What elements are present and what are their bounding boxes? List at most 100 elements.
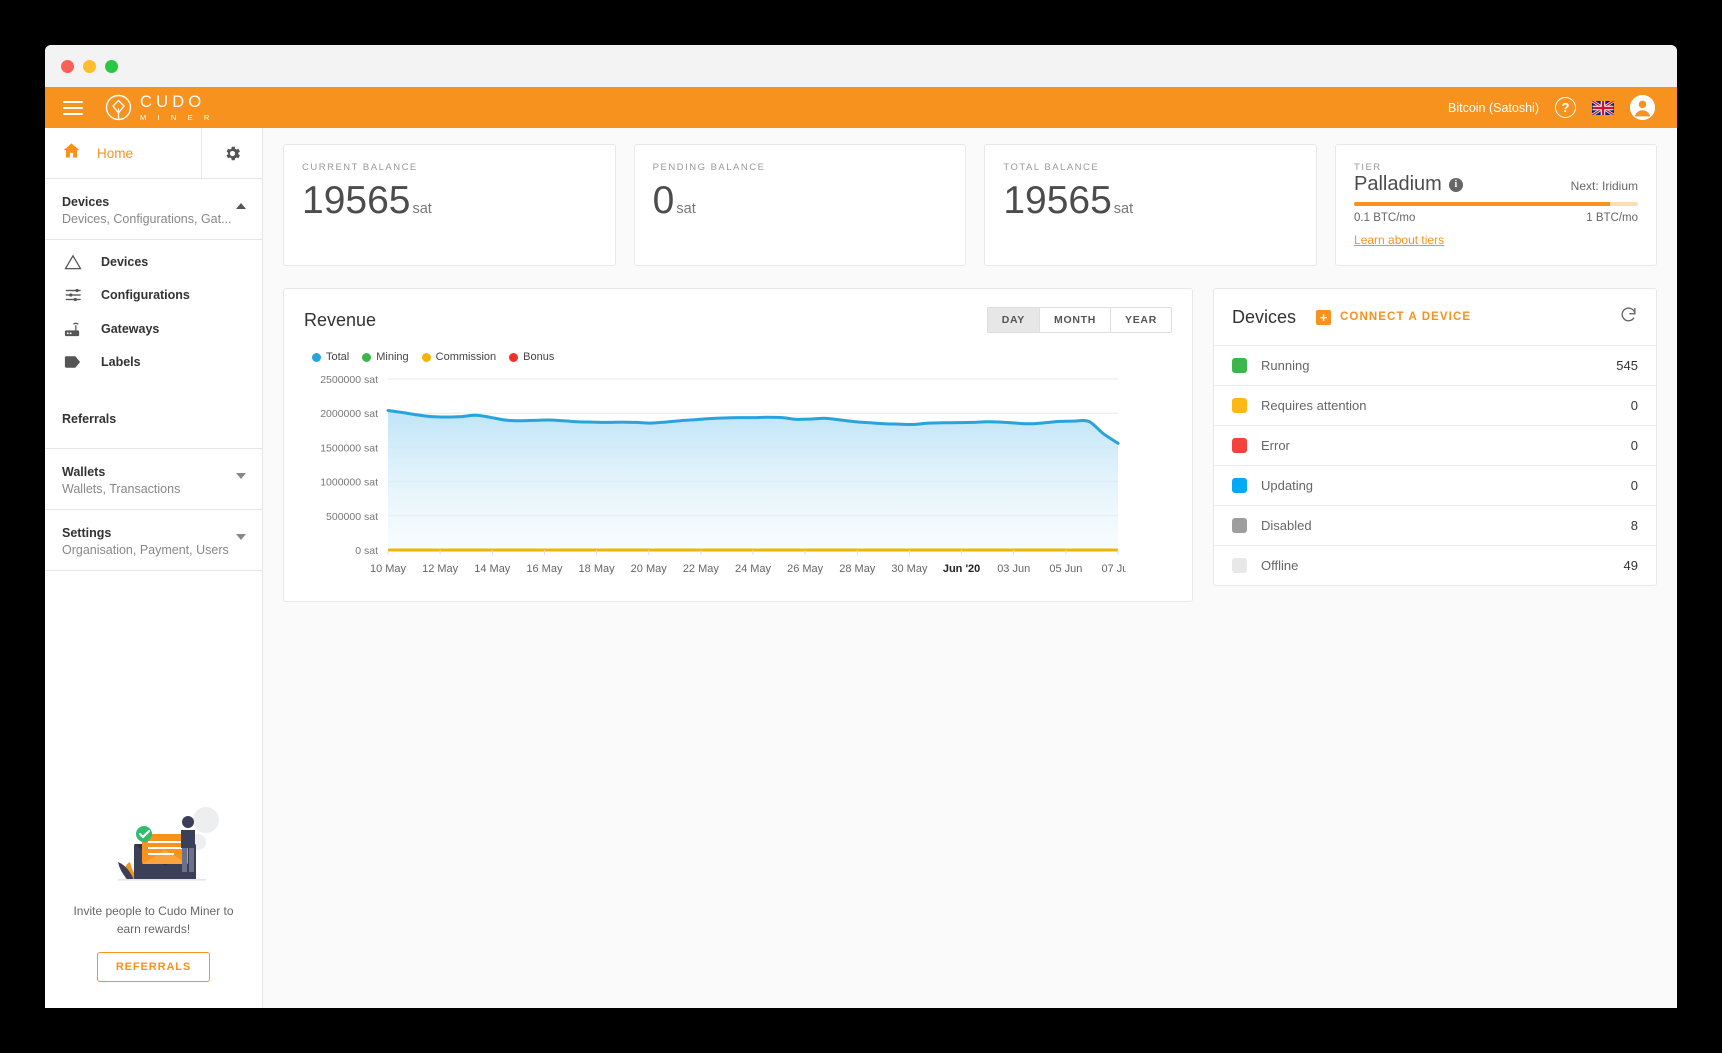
svg-text:26 May: 26 May — [787, 563, 824, 575]
tier-current-rate: 0.1 BTC/mo — [1354, 212, 1415, 224]
window-close-button[interactable] — [61, 60, 74, 73]
sidebar-group-wallets-title: Wallets — [62, 465, 245, 479]
device-status-row[interactable]: Error0 — [1214, 426, 1656, 466]
refresh-icon[interactable] — [1619, 305, 1638, 329]
legend-item-commission[interactable]: Commission — [422, 351, 497, 363]
svg-text:14 May: 14 May — [474, 563, 511, 575]
header-actions: Bitcoin (Satoshi) ? — [1448, 95, 1655, 120]
sidebar-home-label: Home — [97, 146, 133, 161]
device-status-row[interactable]: Disabled8 — [1214, 506, 1656, 546]
sidebar-group-wallets-subtitle: Wallets, Transactions — [62, 482, 245, 496]
sidebar-spacer — [45, 571, 262, 800]
cudo-logo-icon — [105, 94, 132, 121]
range-day-button[interactable]: DAY — [988, 308, 1040, 332]
router-icon — [62, 320, 83, 338]
settings-gear-icon[interactable] — [201, 128, 262, 178]
sidebar-item-devices[interactable]: Devices — [45, 246, 262, 278]
legend-label-total: Total — [326, 351, 349, 363]
sidebar-item-home[interactable]: Home — [45, 128, 201, 178]
pending-balance-card: PENDING BALANCE 0 sat — [634, 144, 967, 266]
pending-balance-value: 0 — [653, 181, 675, 222]
device-status-row[interactable]: Requires attention 0 — [1214, 386, 1656, 426]
device-status-row[interactable]: Running 545 — [1214, 346, 1656, 386]
info-icon[interactable]: i — [1449, 178, 1463, 192]
sidebar-item-labels[interactable]: Labels — [45, 346, 262, 378]
current-balance-card: CURRENT BALANCE 19565 sat — [283, 144, 616, 266]
device-status-label: Offline — [1261, 558, 1298, 573]
hamburger-menu-icon[interactable] — [63, 97, 83, 119]
devices-status-list: Running545Requires attention0Error0Updat… — [1214, 346, 1656, 585]
referral-illustration — [78, 800, 230, 888]
main-content: CURRENT BALANCE 19565 sat PENDING BALANC… — [263, 128, 1677, 1008]
currency-selector[interactable]: Bitcoin (Satoshi) — [1448, 101, 1539, 115]
svg-text:24 May: 24 May — [735, 563, 772, 575]
status-color-swatch — [1232, 358, 1247, 373]
current-balance-value: 19565 — [302, 181, 410, 222]
device-status-label: Requires attention — [1261, 398, 1367, 413]
pending-balance-value-row: 0 sat — [653, 181, 948, 222]
device-status-count: 0 — [1631, 398, 1638, 413]
user-avatar[interactable] — [1630, 95, 1655, 120]
current-balance-label: CURRENT BALANCE — [302, 162, 597, 173]
sidebar-group-devices[interactable]: Devices Devices, Configurations, Gat... — [45, 179, 262, 240]
status-color-swatch — [1232, 438, 1247, 453]
chevron-down-icon[interactable] — [236, 534, 246, 540]
sidebar-referrals-label: Referrals — [62, 412, 245, 426]
referrals-button[interactable]: REFERRALS — [97, 952, 210, 982]
chevron-down-icon[interactable] — [236, 473, 246, 479]
legend-dot-total — [312, 353, 321, 362]
svg-text:Jun '20: Jun '20 — [943, 563, 980, 575]
summary-cards-row: CURRENT BALANCE 19565 sat PENDING BALANC… — [283, 144, 1657, 266]
svg-text:20 May: 20 May — [631, 563, 668, 575]
sidebar-group-settings[interactable]: Settings Organisation, Payment, Users — [45, 510, 262, 571]
app-body: Home Devices Devices, Configurations, Ga… — [45, 128, 1677, 1008]
app-window: CUDO M I N E R Bitcoin (Satoshi) ? — [45, 45, 1677, 1008]
connect-a-device-button[interactable]: + CONNECT A DEVICE — [1316, 310, 1471, 325]
status-color-swatch — [1232, 518, 1247, 533]
sidebar-item-referrals[interactable]: Referrals — [45, 392, 262, 449]
triangle-icon — [62, 254, 83, 270]
legend-item-total[interactable]: Total — [312, 351, 349, 363]
svg-text:22 May: 22 May — [683, 563, 720, 575]
devices-title: Devices — [1232, 307, 1296, 328]
legend-item-mining[interactable]: Mining — [362, 351, 408, 363]
revenue-chart-card: Revenue DAY MONTH YEAR Total — [283, 288, 1193, 602]
device-status-count: 545 — [1616, 358, 1638, 373]
legend-item-bonus[interactable]: Bonus — [509, 351, 554, 363]
window-minimize-button[interactable] — [83, 60, 96, 73]
range-year-button[interactable]: YEAR — [1111, 308, 1171, 332]
total-balance-value-row: 19565 sat — [1003, 181, 1298, 222]
window-maximize-button[interactable] — [105, 60, 118, 73]
total-balance-label: TOTAL BALANCE — [1003, 162, 1298, 173]
sidebar-devices-items: Devices Configurations — [45, 240, 262, 392]
status-color-swatch — [1232, 558, 1247, 573]
range-month-button[interactable]: MONTH — [1040, 308, 1111, 332]
help-icon[interactable]: ? — [1555, 97, 1576, 118]
uk-flag-icon[interactable] — [1592, 101, 1614, 115]
sliders-icon — [62, 286, 83, 304]
chevron-up-icon[interactable] — [236, 203, 246, 209]
svg-text:07 Jun: 07 Jun — [1101, 563, 1126, 575]
device-status-label: Disabled — [1261, 518, 1312, 533]
status-color-swatch — [1232, 478, 1247, 493]
device-status-count: 49 — [1624, 558, 1638, 573]
tier-label: TIER — [1354, 162, 1638, 173]
sidebar-item-configurations[interactable]: Configurations — [45, 278, 262, 312]
sidebar-group-wallets[interactable]: Wallets Wallets, Transactions — [45, 449, 262, 510]
device-status-label: Updating — [1261, 478, 1313, 493]
sidebar-home-row: Home — [45, 128, 262, 179]
sidebar-item-gateways[interactable]: Gateways — [45, 312, 262, 346]
tier-rates-row: 0.1 BTC/mo 1 BTC/mo — [1354, 212, 1638, 224]
chart-legend: Total Mining Commission Bonus — [284, 337, 1192, 363]
device-status-row[interactable]: Updating0 — [1214, 466, 1656, 506]
device-status-row[interactable]: Offline 49 — [1214, 546, 1656, 585]
devices-panel-header: Devices + CONNECT A DEVICE — [1214, 289, 1656, 346]
revenue-plot: 0 sat500000 sat1000000 sat1500000 sat200… — [284, 363, 1192, 601]
brand-name: CUDO — [140, 94, 214, 111]
device-status-label: Running — [1261, 358, 1309, 373]
learn-about-tiers-link[interactable]: Learn about tiers — [1354, 233, 1444, 247]
lower-row: Revenue DAY MONTH YEAR Total — [283, 288, 1657, 602]
svg-text:12 May: 12 May — [422, 563, 459, 575]
tier-name-row: Palladium i — [1354, 173, 1463, 196]
legend-label-commission: Commission — [436, 351, 497, 363]
